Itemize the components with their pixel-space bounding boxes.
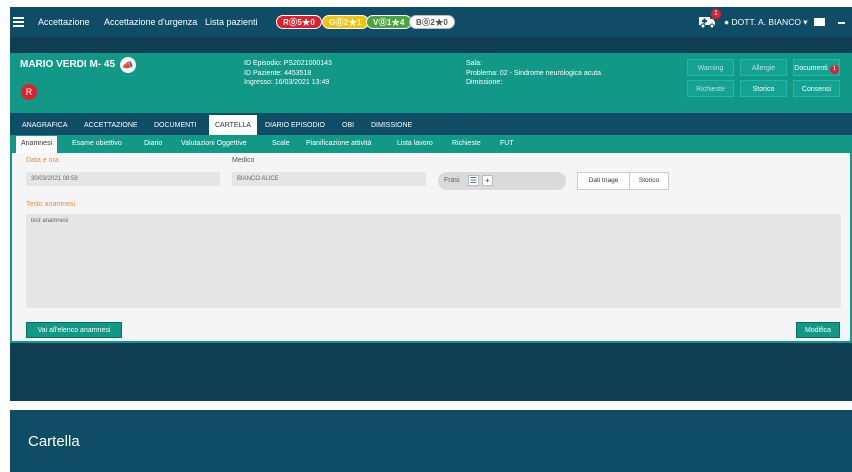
triage-pill-red[interactable]: R⓪5★0 [276, 15, 323, 29]
list-icon[interactable]: ☰ [468, 175, 479, 186]
subtab-pianificazione-attivita[interactable]: Pianificazione attività [306, 140, 371, 147]
nav-link-accettazione-urgenza[interactable]: Accettazione d'urgenza [104, 17, 197, 27]
doctor-label: Medico [232, 157, 255, 164]
more-icon[interactable] [838, 22, 845, 24]
triage-pill-green[interactable]: V⓪1★4 [366, 15, 412, 29]
text-label: Testo anamnesi [26, 201, 76, 208]
user-menu[interactable]: ● DOTT. A. BIANCO ▾ [724, 17, 808, 28]
tab-accettazione[interactable]: ACCETTAZIONE [84, 122, 138, 129]
nav-link-accettazione[interactable]: Accettazione [38, 17, 90, 27]
date-field[interactable]: 30/03/2021 08:59 [26, 172, 220, 186]
anamnesi-panel: Data e ora 30/03/2021 08:59 Medico BIANC… [10, 153, 852, 343]
mail-icon[interactable] [814, 18, 825, 26]
patient-name: MARIO VERDI M- 45 [20, 59, 116, 70]
tab-diario-episodio[interactable]: DIARIO EPISODIO [265, 122, 325, 129]
megaphone-icon[interactable]: 📣 [120, 57, 136, 73]
discharge: Dimissione: [466, 79, 503, 86]
anamnesi-textarea[interactable]: test anamnesi [26, 214, 841, 308]
doctor-field[interactable]: BIANCO ALICE [232, 172, 426, 186]
subtab-anamnesi[interactable]: Anamnesi [16, 136, 58, 153]
dati-triage-button[interactable]: Dati triage [577, 172, 630, 190]
problem: Problema: 02 - Sindrome neurologica acut… [466, 69, 602, 77]
subtab-scale[interactable]: Scale [272, 140, 290, 147]
date-label: Data e ora [26, 157, 59, 164]
app-window: Accettazione Accettazione d'urgenza List… [10, 7, 852, 401]
frasi-group: Frasi ☰ + [438, 172, 566, 190]
documenti-button[interactable]: Documenti 1 [793, 59, 840, 76]
warning-button[interactable]: Warning [687, 59, 734, 76]
user-name: DOTT. A. BIANCO ▾ [731, 17, 808, 27]
frasi-label: Frasi [444, 177, 460, 184]
subtab-esame-obiettivo[interactable]: Esame obiettivo [72, 140, 122, 147]
tab-anagrafica[interactable]: ANAGRAFICA [22, 122, 68, 129]
richieste-button[interactable]: Richieste [687, 80, 734, 97]
subtab-richieste[interactable]: Richieste [452, 140, 481, 147]
episode-id: ID Episodio: PS2021000143 [244, 60, 332, 67]
top-navbar: Accettazione Accettazione d'urgenza List… [10, 7, 852, 37]
modifica-button[interactable]: Modifica [796, 322, 840, 338]
subtab-valutazioni-oggettive[interactable]: Valutazioni Oggettive [181, 140, 247, 147]
hamburger-menu-icon[interactable] [13, 15, 24, 29]
vai-elenco-anamnesi-button[interactable]: Vai all'elenco anamnesi [26, 322, 122, 338]
sub-tabs: Anamnesi Esame obiettivo Diario Valutazi… [10, 135, 852, 153]
clinical-info: Sala: Problema: 02 - Sindrome neurologic… [466, 59, 601, 88]
tab-documenti[interactable]: DOCUMENTI [154, 122, 196, 129]
triage-pill-yellow[interactable]: G⓪2★1 [322, 15, 369, 29]
consensi-button[interactable]: Consensi [793, 80, 840, 97]
documenti-badge: 1 [829, 65, 839, 74]
allergie-button[interactable]: Allergie [740, 59, 787, 76]
storico-anamnesi-button[interactable]: Storico [629, 172, 669, 190]
patient-header: MARIO VERDI M- 45 📣 R ID Episodio: PS202… [10, 53, 852, 113]
tab-cartella[interactable]: CARTELLA [209, 115, 258, 135]
triage-pill-white[interactable]: B⓪2★0 [409, 15, 456, 29]
caption-banner: Cartella [10, 410, 852, 472]
patient-id: ID Paziente: 4453518 [244, 69, 312, 77]
ambulance-icon[interactable]: 1 [698, 9, 721, 29]
episode-info: ID Episodio: PS2021000143 ID Paziente: 4… [244, 59, 332, 88]
ambulance-badge: 1 [711, 9, 721, 19]
storico-button[interactable]: Storico [740, 80, 787, 97]
add-icon[interactable]: + [482, 175, 493, 186]
subtab-lista-lavoro[interactable]: Lista lavoro [397, 140, 433, 147]
subtab-diario[interactable]: Diario [144, 140, 162, 147]
tab-obi[interactable]: OBI [342, 122, 354, 129]
admission-time: Ingresso: 16/03/2021 13:49 [244, 79, 330, 86]
user-icon: ● [724, 17, 730, 27]
documenti-label: Documenti [794, 65, 828, 72]
room: Sala: [466, 60, 482, 67]
main-tabs: ANAGRAFICA ACCETTAZIONE DOCUMENTI CARTEL… [10, 113, 852, 135]
nav-link-lista-pazienti[interactable]: Lista pazienti [205, 17, 258, 27]
subtab-fut[interactable]: FUT [500, 140, 514, 147]
tab-dimissione[interactable]: DIMISSIONE [371, 122, 412, 129]
triage-code-badge: R [21, 84, 37, 100]
